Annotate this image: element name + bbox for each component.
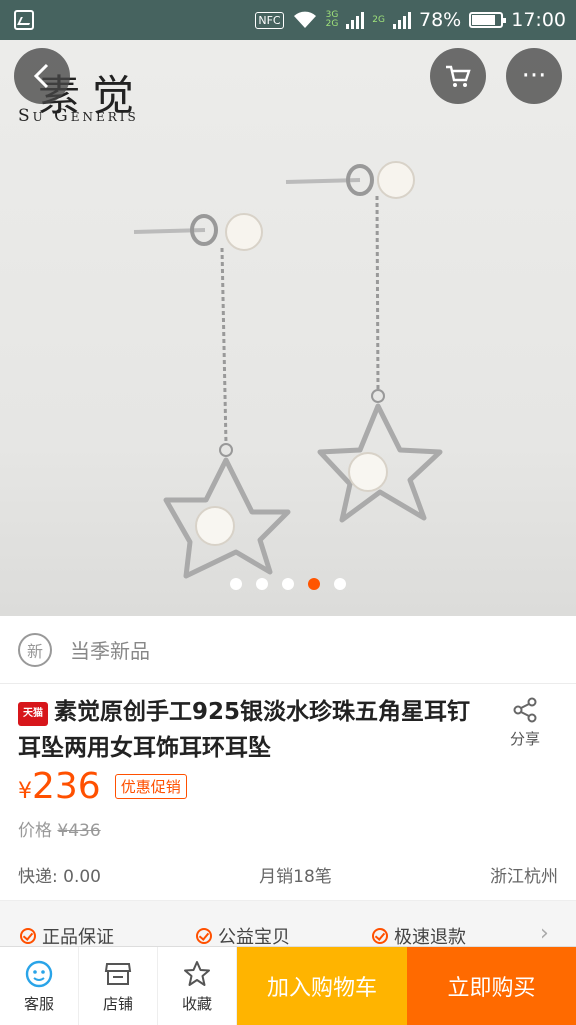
product-image-carousel[interactable]: 素觉 Su Generis ··· bbox=[0, 40, 576, 616]
share-button[interactable]: 分享 bbox=[500, 696, 550, 749]
original-price-label: 价格 bbox=[18, 821, 52, 841]
shop-icon bbox=[102, 959, 134, 989]
carousel-dot[interactable] bbox=[256, 578, 268, 590]
original-price: ¥436 bbox=[57, 821, 101, 841]
check-icon bbox=[196, 928, 212, 944]
currency-symbol: ¥ bbox=[18, 779, 32, 804]
monthly-sales: 月销18笔 bbox=[259, 867, 332, 887]
original-price-row: 价格 ¥436 bbox=[18, 816, 101, 841]
product-meta: 快递: 0.00 月销18笔 浙江杭州 bbox=[18, 862, 558, 887]
check-icon bbox=[372, 928, 388, 944]
network-type-indicator-2: 2G bbox=[372, 14, 385, 25]
current-price: ¥236 bbox=[18, 766, 101, 807]
network-label-2g-secondary: 2G bbox=[372, 14, 385, 25]
check-icon bbox=[20, 928, 36, 944]
battery-level: 78% bbox=[419, 9, 462, 31]
carousel-dot[interactable] bbox=[282, 578, 294, 590]
network-type-indicator: 3G 2G bbox=[326, 11, 339, 29]
shop-button[interactable]: 店铺 bbox=[79, 947, 158, 1025]
shop-label: 店铺 bbox=[102, 994, 133, 1013]
ship-from-location: 浙江杭州 bbox=[490, 867, 558, 887]
clock: 17:00 bbox=[511, 9, 566, 31]
customer-service-icon bbox=[23, 959, 55, 989]
price-row: ¥236 优惠促销 bbox=[18, 766, 187, 807]
star-icon bbox=[181, 959, 213, 989]
favorite-label: 收藏 bbox=[181, 994, 212, 1013]
carousel-dot-active[interactable] bbox=[308, 578, 320, 590]
new-arrival-row: 新 当季新品 bbox=[0, 616, 576, 684]
product-photo bbox=[133, 161, 443, 579]
battery-icon bbox=[469, 12, 507, 28]
network-label-2g: 2G bbox=[325, 19, 339, 29]
price-value: 236 bbox=[32, 766, 101, 807]
product-title-text: 素觉原创手工925银淡水珍珠五角星耳钉耳坠两用女耳饰耳环耳坠 bbox=[18, 699, 471, 761]
add-to-cart-button[interactable]: 加入购物车 bbox=[237, 947, 407, 1025]
product-title-block: 天猫 素觉原创手工925银淡水珍珠五角星耳钉耳坠两用女耳饰耳环耳坠 bbox=[18, 694, 478, 766]
shipping-fee: 快递: 0.00 bbox=[18, 867, 101, 887]
new-arrival-label: 当季新品 bbox=[70, 639, 150, 663]
wifi-icon bbox=[293, 11, 316, 28]
carousel-dot[interactable] bbox=[334, 578, 346, 590]
gallery-icon bbox=[14, 10, 34, 30]
signal-icon bbox=[346, 11, 365, 29]
tmall-icon: 天猫 bbox=[18, 702, 48, 726]
new-badge-icon: 新 bbox=[18, 632, 52, 667]
favorite-button[interactable]: 收藏 bbox=[158, 947, 237, 1025]
product-title: 天猫 素觉原创手工925银淡水珍珠五角星耳钉耳坠两用女耳饰耳环耳坠 bbox=[18, 694, 478, 766]
carousel-dot[interactable] bbox=[230, 578, 242, 590]
buy-now-button[interactable]: 立即购买 bbox=[407, 947, 576, 1025]
customer-service-button[interactable]: 客服 bbox=[0, 947, 79, 1025]
share-icon bbox=[513, 697, 537, 723]
signal-icon-secondary bbox=[393, 11, 411, 29]
bottom-action-bar: 客服 店铺 收藏 加入购物车 立即购买 bbox=[0, 946, 576, 1025]
chevron-right-icon: › bbox=[540, 921, 549, 946]
share-label: 分享 bbox=[509, 730, 540, 748]
carousel-indicator bbox=[0, 578, 576, 590]
status-bar: NFC 3G 2G 2G 78% 17:00 bbox=[0, 0, 576, 40]
promo-badge[interactable]: 优惠促销 bbox=[114, 774, 187, 799]
customer-service-label: 客服 bbox=[23, 994, 54, 1013]
nfc-icon: NFC bbox=[255, 11, 284, 29]
